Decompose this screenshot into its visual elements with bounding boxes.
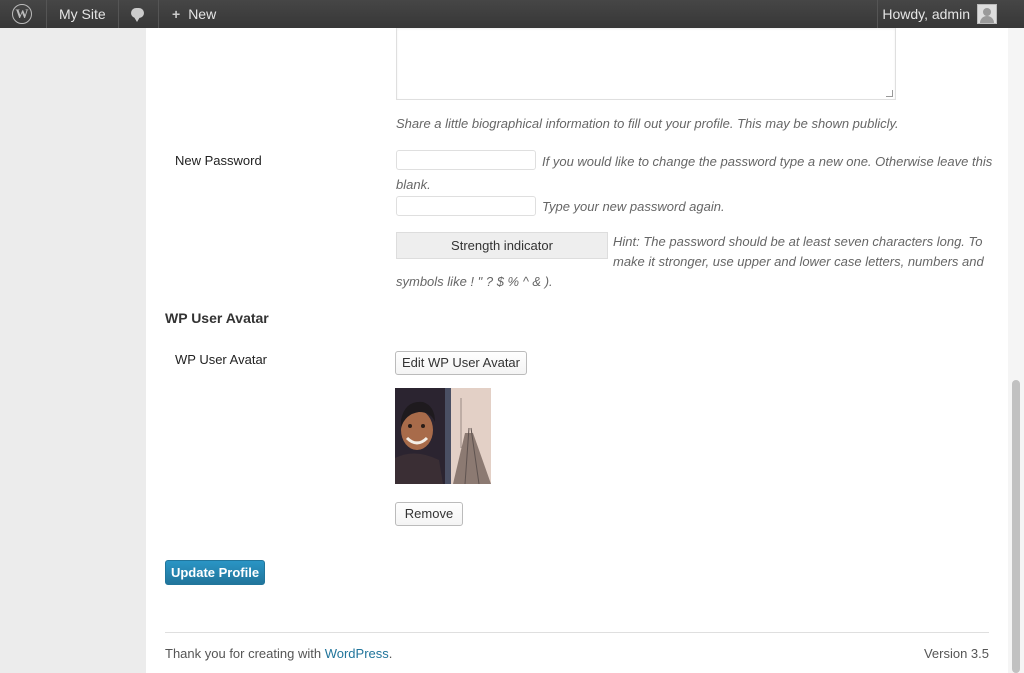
new-content-menu[interactable]: + New	[172, 0, 216, 28]
comment-bubble-icon	[131, 8, 144, 22]
password-hint: If you would like to change the password…	[542, 154, 993, 169]
wordpress-logo-icon: W	[12, 4, 32, 24]
strength-hint-line-3: symbols like ! " ? $ % ^ & ).	[396, 274, 553, 289]
strength-hint-line-2: make it stronger, use upper and lower ca…	[613, 254, 984, 269]
my-account-menu[interactable]: Howdy, admin	[882, 0, 970, 28]
resize-handle-icon[interactable]	[886, 90, 893, 97]
wordpress-logo-menu[interactable]: W	[0, 0, 46, 28]
footer-credit: Thank you for creating with WordPress.	[165, 646, 392, 661]
plus-icon: +	[172, 6, 181, 22]
admin-bar: W My Site + New Howdy, admin	[0, 0, 1024, 28]
password-hint-continued: blank.	[396, 177, 431, 192]
new-label: New	[188, 6, 217, 22]
remove-avatar-button[interactable]: Remove	[395, 502, 463, 526]
new-password-label: New Password	[175, 153, 262, 168]
avatar-photo-icon	[395, 388, 491, 484]
admin-bar-separator	[877, 0, 878, 28]
scrollbar-thumb[interactable]	[1012, 380, 1020, 673]
section-title-wp-user-avatar: WP User Avatar	[165, 310, 269, 326]
biographical-info-textarea[interactable]	[396, 28, 896, 100]
user-avatar-image	[395, 388, 491, 484]
user-avatar-icon[interactable]	[977, 4, 997, 24]
strength-hint-line-1: Hint: The password should be at least se…	[613, 234, 983, 249]
confirm-password-hint: Type your new password again.	[542, 199, 725, 214]
vertical-scrollbar[interactable]	[1008, 28, 1024, 673]
admin-bar-separator	[118, 0, 119, 28]
footer-thanks-text: Thank you for creating with	[165, 646, 325, 661]
admin-bar-separator	[158, 0, 159, 28]
profile-form: Share a little biographical information …	[146, 28, 1008, 673]
admin-bar-separator	[46, 0, 47, 28]
footer-divider	[165, 632, 989, 633]
update-profile-button[interactable]: Update Profile	[165, 560, 265, 585]
new-password-input[interactable]	[396, 150, 536, 170]
wordpress-link[interactable]: WordPress	[325, 646, 389, 661]
confirm-password-input[interactable]	[396, 196, 536, 216]
wp-user-avatar-label: WP User Avatar	[175, 352, 267, 367]
edit-avatar-button[interactable]: Edit WP User Avatar	[395, 351, 527, 375]
bio-description: Share a little biographical information …	[396, 116, 899, 131]
password-strength-indicator: Strength indicator	[396, 232, 608, 259]
footer-thanks-suffix: .	[388, 646, 393, 661]
comments-menu[interactable]	[131, 0, 149, 28]
version-text: Version 3.5	[923, 646, 989, 661]
my-site-link[interactable]: My Site	[59, 0, 106, 28]
